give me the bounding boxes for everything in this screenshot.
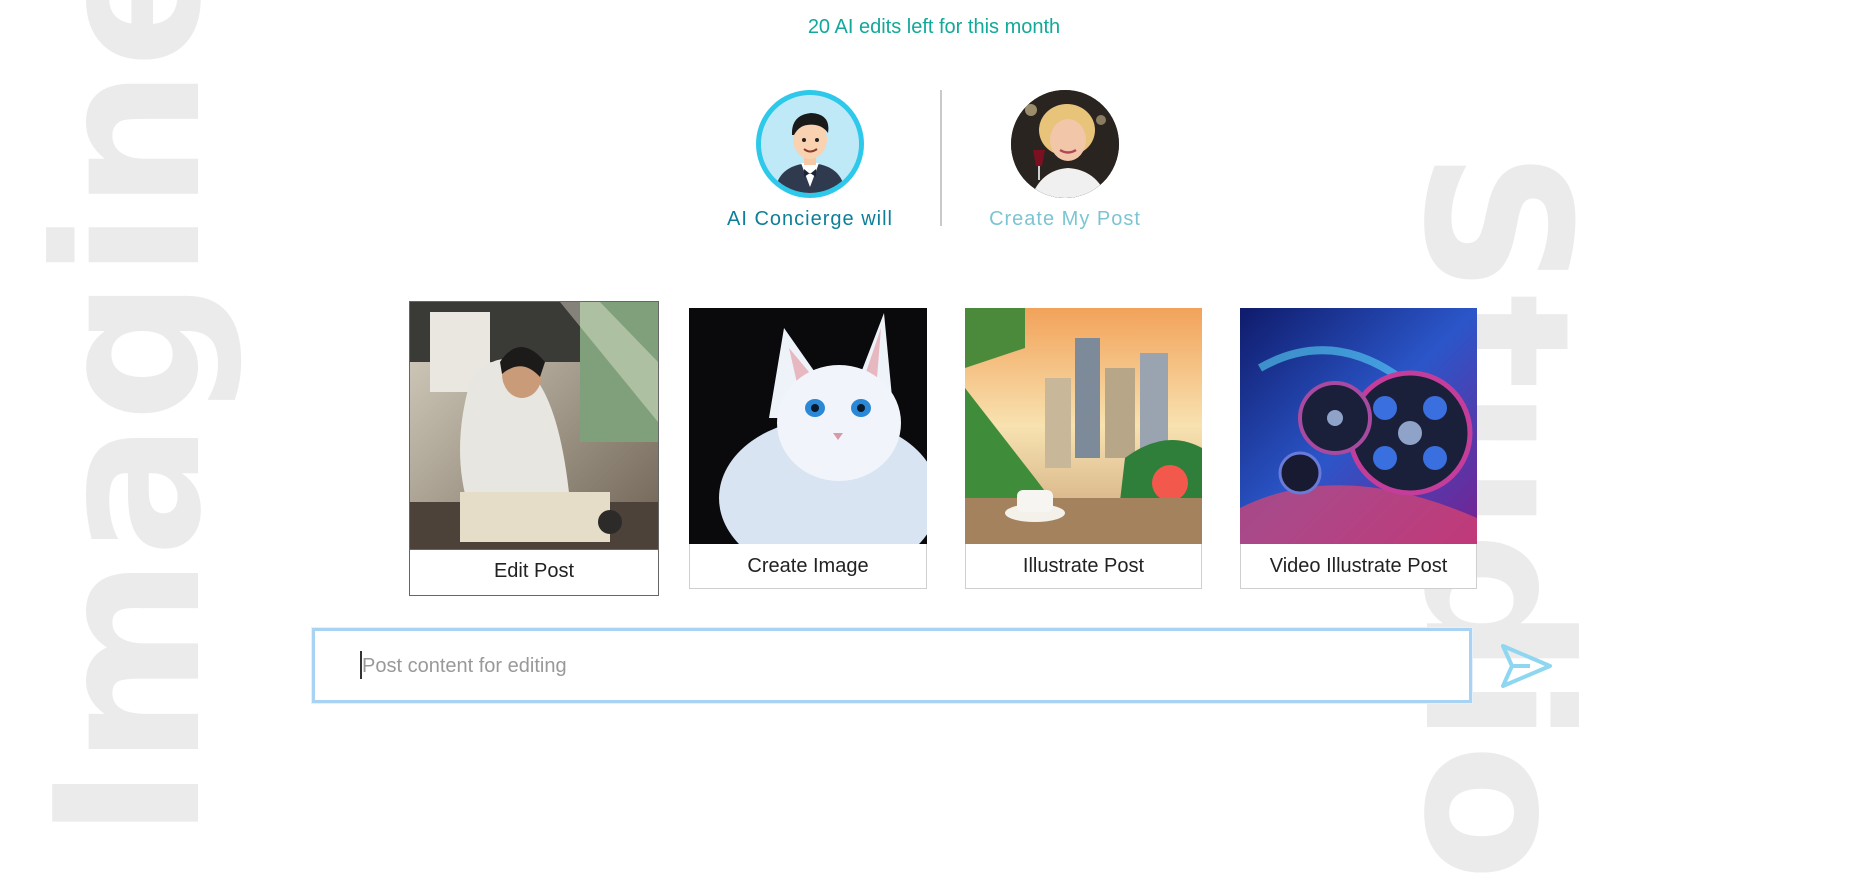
card-edit-post-label: Edit Post bbox=[410, 549, 658, 593]
card-edit-post[interactable]: Edit Post bbox=[409, 301, 659, 596]
card-illustrate-post-label: Illustrate Post bbox=[965, 544, 1202, 589]
mode-my-label: Create My Post bbox=[989, 208, 1141, 230]
card-illustrate-post[interactable]: Illustrate Post bbox=[965, 308, 1202, 589]
mode-switch: AI Concierge will Create My Post bbox=[700, 90, 1180, 240]
post-content-input-box[interactable] bbox=[312, 628, 1472, 703]
post-content-input[interactable] bbox=[360, 631, 1444, 702]
film-reels-image bbox=[1240, 308, 1477, 544]
mode-create-my-post[interactable]: Create My Post bbox=[955, 90, 1175, 231]
quota-text: 20 AI edits left for this month bbox=[807, 16, 1061, 38]
mode-divider bbox=[940, 90, 942, 226]
background-word-imagine: Imagine bbox=[13, 0, 246, 840]
send-icon[interactable] bbox=[1500, 642, 1554, 690]
woman-with-wine-avatar bbox=[1011, 90, 1119, 198]
white-cat-image bbox=[689, 308, 927, 544]
city-garden-coffee-image bbox=[965, 308, 1202, 544]
mode-ai-concierge[interactable]: AI Concierge will bbox=[700, 90, 920, 231]
mode-ai-label: AI Concierge will bbox=[727, 208, 893, 230]
card-create-image-label: Create Image bbox=[689, 544, 927, 589]
card-video-illustrate-post[interactable]: Video Illustrate Post bbox=[1240, 308, 1477, 589]
concierge-avatar bbox=[756, 90, 864, 198]
card-video-illustrate-post-label: Video Illustrate Post bbox=[1240, 544, 1477, 589]
artist-painting-image bbox=[410, 302, 658, 549]
card-create-image[interactable]: Create Image bbox=[689, 308, 927, 589]
